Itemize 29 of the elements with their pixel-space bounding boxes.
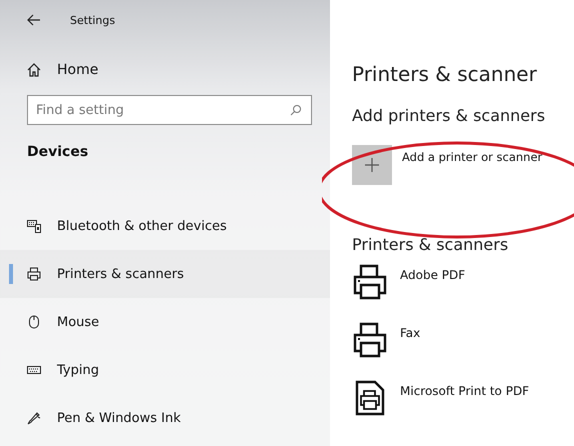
printer-item[interactable]: Fax — [352, 322, 574, 370]
sidebar-item[interactable]: Printers & scanners — [0, 250, 330, 298]
add-printer-button[interactable]: Add a printer or scanner — [352, 145, 542, 185]
sidebar-item[interactable]: Mouse — [0, 298, 330, 346]
home-link[interactable]: Home — [27, 62, 98, 78]
back-arrow-icon[interactable] — [27, 14, 41, 26]
selection-indicator — [9, 264, 13, 284]
sidebar-item[interactable]: Typing — [0, 346, 330, 394]
sidebar-item[interactable]: Bluetooth & other devices — [0, 202, 330, 250]
search-field[interactable]: Find a setting — [27, 95, 312, 125]
pdf-printer-icon — [355, 380, 385, 416]
section-heading: Add printers & scanners — [352, 106, 546, 125]
plus-icon — [365, 158, 379, 172]
page-title: Printers & scanner — [352, 62, 538, 86]
printer-icon — [353, 322, 387, 358]
printer-item[interactable]: Microsoft Print to PDF — [352, 380, 574, 428]
pen-icon — [27, 411, 41, 425]
section-heading: Printers & scanners — [352, 235, 510, 254]
home-icon — [27, 63, 41, 77]
sidebar-item[interactable]: Pen & Windows Ink — [0, 394, 330, 442]
printer-item[interactable]: Adobe PDF — [352, 264, 574, 312]
search-icon[interactable] — [290, 104, 302, 116]
window-title: Settings — [70, 14, 116, 26]
printer-icon — [27, 267, 41, 281]
section-heading: Devices — [27, 144, 90, 162]
keyboard-icon — [27, 365, 41, 375]
printer-icon — [353, 264, 387, 300]
keyboard-device-icon — [27, 219, 41, 233]
mouse-icon — [28, 315, 40, 329]
